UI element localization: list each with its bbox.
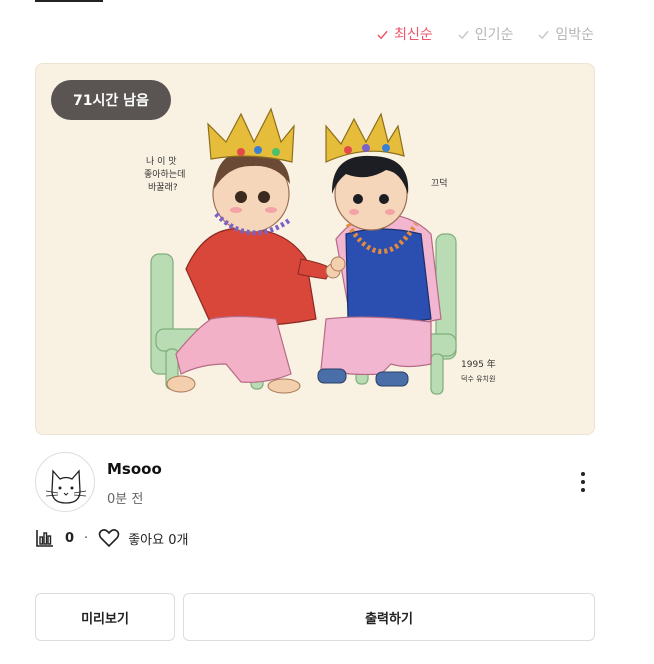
time-remaining-badge: 71시간 남음: [51, 80, 171, 120]
print-button[interactable]: 출력하기: [183, 593, 595, 641]
like-count: 좋아요 0개: [128, 532, 189, 548]
author-row: Msooo 0분 전: [35, 452, 595, 512]
view-count: 0: [65, 530, 75, 546]
check-icon: [458, 30, 469, 39]
heart-icon[interactable]: [98, 528, 120, 548]
more-options-icon[interactable]: [575, 472, 591, 492]
post-time: 0분 전: [107, 492, 144, 507]
check-icon: [377, 30, 388, 39]
check-icon: [538, 30, 550, 39]
sort-tab-label: 인기순: [474, 27, 514, 43]
preview-button[interactable]: 미리보기: [35, 593, 175, 641]
cat-avatar-icon: [45, 469, 87, 504]
year-text: 1995 年: [461, 358, 496, 370]
speech-text-line1: 나 이 맛: [146, 156, 177, 167]
stats-row: 0 · 좋아요 0개: [35, 528, 188, 548]
avatar[interactable]: [35, 452, 95, 512]
artwork-card[interactable]: 나 이 맛 좋아하는데 바꿀래? 끄덕 1995 年 덕수 유치원 71시간 남…: [35, 63, 595, 435]
active-section-underline: [35, 0, 103, 6]
sort-tab-label: 임박순: [555, 27, 594, 43]
sort-tab-popular[interactable]: 인기순: [457, 24, 514, 44]
sort-tab-deadline[interactable]: 임박순: [537, 24, 594, 44]
stats-separator: ·: [84, 530, 89, 546]
speech-text-line3: 바꿀래?: [148, 182, 178, 193]
speech-text-line2: 좋아하는데: [144, 169, 185, 180]
signature-text: 덕수 유치원: [461, 374, 495, 383]
author-name[interactable]: Msooo: [107, 460, 162, 478]
nod-text: 끄덕: [431, 178, 448, 189]
sort-tab-latest[interactable]: 최신순: [376, 24, 433, 44]
sort-tabs: 최신순 인기순 임박순: [376, 24, 594, 44]
sort-tab-label: 최신순: [394, 27, 433, 43]
views-chart-icon: [36, 530, 53, 547]
